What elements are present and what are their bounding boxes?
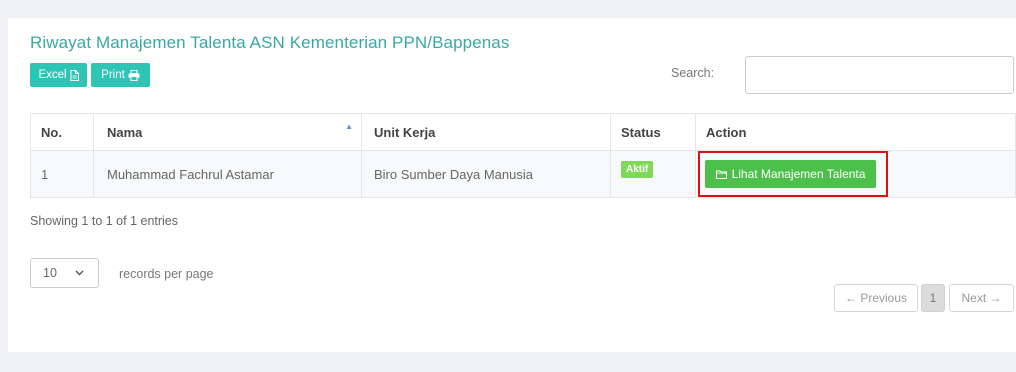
printer-icon xyxy=(128,69,140,81)
cell-action: Lihat Manajemen Talenta xyxy=(695,150,1016,198)
data-table: No. Nama ▲ Unit Kerja Status Action 1 Mu… xyxy=(30,113,1016,198)
lihat-button-label: Lihat Manajemen Talenta xyxy=(731,167,866,181)
table-row: 1 Muhammad Fachrul Astamar Biro Sumber D… xyxy=(30,150,1016,198)
table-header-row: No. Nama ▲ Unit Kerja Status Action xyxy=(30,113,1016,151)
header-nama[interactable]: Nama ▲ xyxy=(93,113,362,151)
lihat-manajemen-talenta-button[interactable]: Lihat Manajemen Talenta xyxy=(705,160,876,188)
cell-nama: Muhammad Fachrul Astamar xyxy=(93,150,362,198)
header-status[interactable]: Status xyxy=(610,113,696,151)
header-action: Action xyxy=(695,113,1016,151)
cell-no: 1 xyxy=(30,150,94,198)
page-size-label: records per page xyxy=(119,267,214,281)
header-unit-kerja[interactable]: Unit Kerja xyxy=(361,113,611,151)
page-size-value: 10 xyxy=(43,266,57,280)
status-badge: Aktif xyxy=(621,161,654,178)
print-button-label: Print xyxy=(101,69,125,81)
header-no[interactable]: No. xyxy=(30,113,94,151)
header-nama-label: Nama xyxy=(107,124,143,140)
chevron-down-icon xyxy=(75,270,84,276)
excel-button-label: Excel xyxy=(38,69,67,81)
previous-page-button[interactable]: ← Previous xyxy=(834,284,918,312)
search-label: Search: xyxy=(671,66,715,80)
page-size-select[interactable]: 10 xyxy=(30,258,99,288)
page-1-button[interactable]: 1 xyxy=(921,284,945,312)
sort-ascending-icon: ▲ xyxy=(345,122,353,131)
print-button[interactable]: Print xyxy=(91,63,150,87)
cell-status: Aktif xyxy=(610,150,696,198)
file-icon xyxy=(70,69,79,81)
excel-button[interactable]: Excel xyxy=(30,63,87,87)
folder-icon xyxy=(715,170,727,179)
cell-unit-kerja: Biro Sumber Daya Manusia xyxy=(361,150,611,198)
table-info: Showing 1 to 1 of 1 entries xyxy=(30,214,179,228)
next-page-button[interactable]: Next → xyxy=(949,284,1014,312)
page-title: Riwayat Manajemen Talenta ASN Kementeria… xyxy=(30,33,510,52)
search-input[interactable] xyxy=(745,56,1014,94)
content-card: Riwayat Manajemen Talenta ASN Kementeria… xyxy=(8,18,1016,352)
